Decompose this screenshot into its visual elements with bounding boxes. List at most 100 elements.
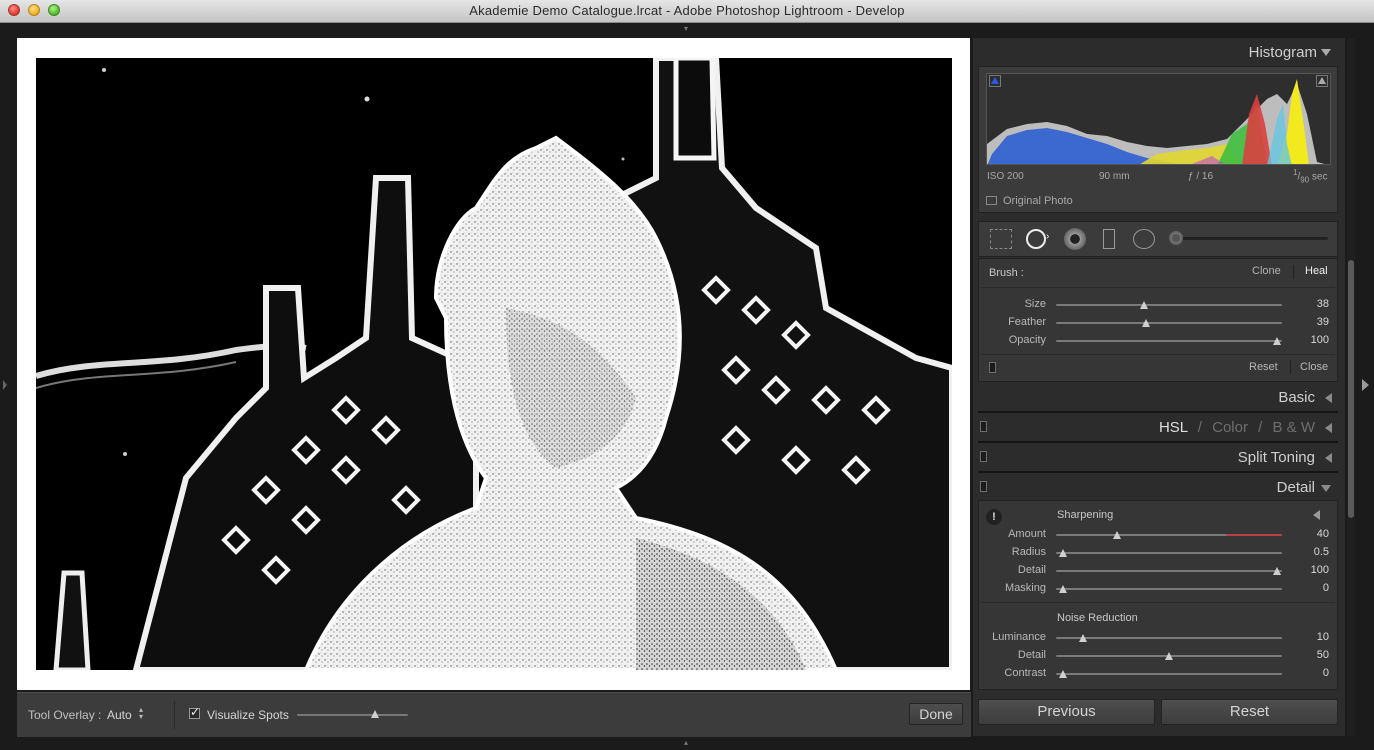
spot-footer-button-divider bbox=[1290, 360, 1291, 374]
visualize-spots-label: Visualize Spots bbox=[207, 708, 289, 722]
split-toning-panel-switch[interactable] bbox=[980, 451, 987, 462]
slider-handle[interactable] bbox=[1142, 319, 1151, 327]
collapse-triangle-icon[interactable] bbox=[1321, 49, 1331, 56]
done-button[interactable]: Done bbox=[909, 703, 963, 725]
window-title: Akademie Demo Catalogue.lrcat - Adobe Ph… bbox=[469, 3, 905, 18]
bottom-panel-toggle-icon[interactable]: ▴ bbox=[681, 739, 691, 747]
right-panel-scrollbar-thumb[interactable] bbox=[1348, 260, 1354, 518]
slider-value[interactable]: 40 bbox=[1289, 528, 1329, 540]
photo-visualize-spots[interactable] bbox=[36, 58, 952, 670]
sharpening-zoom-preview-icon[interactable] bbox=[1313, 510, 1320, 520]
chevron-updown-icon[interactable]: ▴ ▾ bbox=[139, 706, 143, 721]
hsl-panel-switch[interactable] bbox=[980, 421, 987, 432]
spot-close-button[interactable]: Close bbox=[1300, 361, 1328, 373]
visualize-spots-slider-handle[interactable] bbox=[370, 710, 379, 718]
slider-track[interactable] bbox=[1056, 588, 1282, 590]
slider-track[interactable] bbox=[1056, 570, 1282, 572]
heal-option[interactable]: Heal bbox=[1305, 265, 1328, 277]
slider-label: Radius bbox=[1011, 546, 1046, 558]
slider-value[interactable]: 0.5 bbox=[1289, 546, 1329, 558]
hsl-slash: / bbox=[1197, 419, 1202, 436]
slider-track-highlight bbox=[1225, 534, 1282, 536]
slider-track[interactable] bbox=[1056, 322, 1282, 324]
slider-value[interactable]: 50 bbox=[1289, 649, 1329, 661]
histogram-header[interactable]: Histogram bbox=[1249, 44, 1317, 61]
slider-label: Size bbox=[1024, 298, 1046, 310]
slider-track[interactable] bbox=[1056, 637, 1282, 639]
detail-panel-header[interactable]: Detail bbox=[1277, 479, 1315, 496]
panel-separator bbox=[978, 441, 1338, 443]
histogram-chart bbox=[987, 79, 1325, 164]
collapse-triangle-icon[interactable] bbox=[1321, 485, 1331, 492]
detail-panel-switch[interactable] bbox=[980, 481, 987, 492]
expand-triangle-icon[interactable] bbox=[1325, 453, 1332, 463]
slider-track[interactable] bbox=[1056, 552, 1282, 554]
warning-icon[interactable]: ! bbox=[986, 509, 1002, 525]
tool-overlay-select[interactable]: Auto bbox=[107, 708, 132, 722]
visualize-spots-slider-track[interactable] bbox=[297, 714, 408, 716]
slider-handle[interactable] bbox=[1113, 531, 1122, 539]
slider-label: Contrast bbox=[1004, 667, 1046, 679]
slider-handle[interactable] bbox=[1079, 634, 1088, 642]
left-panel-toggle-icon[interactable] bbox=[3, 380, 7, 390]
color-tab[interactable]: Color bbox=[1212, 419, 1248, 436]
split-toning-panel-header[interactable]: Split Toning bbox=[1238, 449, 1315, 466]
expand-triangle-icon[interactable] bbox=[1325, 393, 1332, 403]
red-eye-tool-icon[interactable] bbox=[1064, 228, 1086, 250]
graduated-filter-tool-icon[interactable] bbox=[1103, 229, 1115, 249]
slider-label: Feather bbox=[1008, 316, 1046, 328]
slider-handle[interactable] bbox=[1140, 301, 1149, 309]
slider-value[interactable]: 100 bbox=[1289, 564, 1329, 576]
slider-value[interactable]: 100 bbox=[1289, 334, 1329, 346]
hsl-tab[interactable]: HSL bbox=[1159, 419, 1188, 436]
previous-button[interactable]: Previous bbox=[978, 699, 1155, 725]
expand-triangle-icon[interactable] bbox=[1325, 423, 1332, 433]
slider-value[interactable]: 39 bbox=[1289, 316, 1329, 328]
histogram-graph[interactable] bbox=[986, 73, 1331, 165]
split-toning-panel-title: Split Toning bbox=[1237, 449, 1315, 466]
clone-option[interactable]: Clone bbox=[1252, 265, 1281, 277]
brush-divider bbox=[981, 287, 1335, 288]
detail-panel-title: Detail bbox=[1276, 479, 1315, 496]
reset-button[interactable]: Reset bbox=[1161, 699, 1338, 725]
slider-handle[interactable] bbox=[1058, 585, 1067, 593]
visualize-spots-checkbox[interactable]: ✓ bbox=[189, 705, 201, 719]
slider-handle[interactable] bbox=[1058, 549, 1067, 557]
slider-value[interactable]: 0 bbox=[1289, 582, 1329, 594]
slider-label: Masking bbox=[1005, 582, 1046, 594]
crop-overlay-tool-icon[interactable] bbox=[990, 229, 1012, 249]
spot-reset-button[interactable]: Reset bbox=[1249, 361, 1278, 373]
top-panel-toggle-icon[interactable]: ▾ bbox=[681, 25, 691, 33]
slider-value[interactable]: 38 bbox=[1289, 298, 1329, 310]
slider-track[interactable] bbox=[1056, 304, 1282, 306]
spot-tool-switch[interactable] bbox=[989, 362, 996, 373]
toolbar-divider bbox=[174, 701, 175, 729]
slider-label: Amount bbox=[1008, 528, 1046, 540]
right-panel-toggle-icon[interactable] bbox=[1362, 379, 1369, 391]
shadow-clip-icon bbox=[991, 77, 999, 84]
checkmark-icon: ✓ bbox=[190, 705, 201, 719]
slider-handle[interactable] bbox=[1273, 567, 1282, 575]
highlight-clipping-indicator[interactable] bbox=[1316, 75, 1328, 87]
original-photo-checkbox[interactable] bbox=[986, 196, 997, 205]
slider-handle[interactable] bbox=[1273, 337, 1282, 345]
sharpening-header: Sharpening bbox=[1057, 509, 1114, 521]
slider-track[interactable] bbox=[1056, 673, 1282, 675]
noise-reduction-header: Noise Reduction bbox=[1057, 612, 1138, 624]
slider-handle[interactable] bbox=[1058, 670, 1067, 678]
slider-handle[interactable] bbox=[1165, 652, 1173, 660]
slider-track[interactable] bbox=[1056, 340, 1282, 342]
spot-removal-tool-icon[interactable] bbox=[1026, 229, 1046, 249]
bw-tab[interactable]: B & W bbox=[1272, 419, 1315, 436]
photo-image bbox=[36, 58, 952, 670]
radial-filter-tool-icon[interactable] bbox=[1133, 229, 1155, 249]
slider-value[interactable]: 10 bbox=[1289, 631, 1329, 643]
adjustment-brush-tool-icon[interactable] bbox=[1169, 231, 1183, 245]
hsl-panel-header[interactable]: HSL / Color / B & W bbox=[1159, 419, 1315, 436]
slider-label: Opacity bbox=[1008, 334, 1046, 346]
slider-value[interactable]: 0 bbox=[1289, 667, 1329, 679]
basic-panel-title: Basic bbox=[1278, 389, 1315, 406]
adjustment-brush-slider-track[interactable] bbox=[1173, 237, 1328, 240]
shadow-clipping-indicator[interactable] bbox=[989, 75, 1001, 87]
basic-panel-header[interactable]: Basic bbox=[1278, 389, 1315, 406]
